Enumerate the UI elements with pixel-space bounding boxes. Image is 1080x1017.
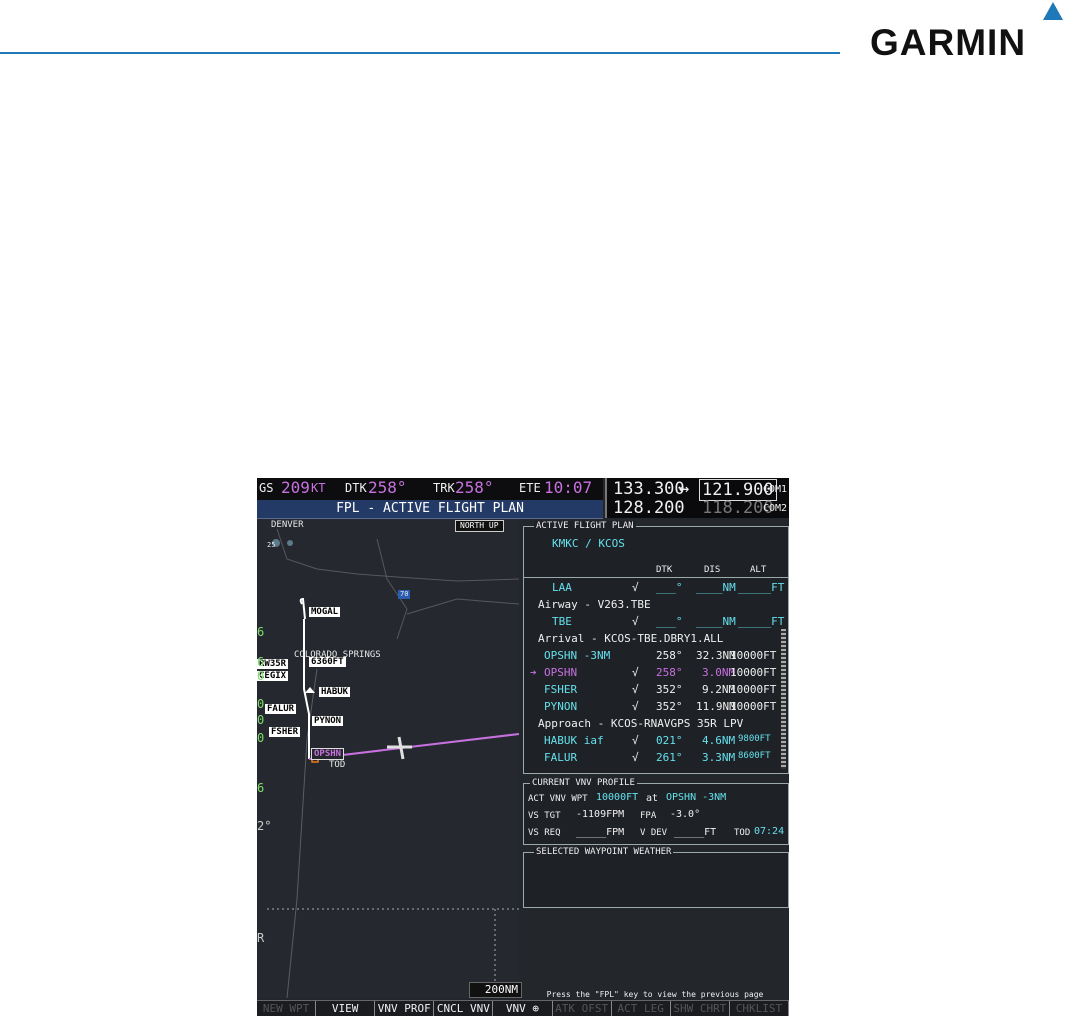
- tod-time: 07:24: [754, 826, 785, 837]
- softkey-vnv-direct[interactable]: VNV ⊕: [493, 1001, 553, 1016]
- map-range[interactable]: 200NM: [469, 982, 522, 998]
- com1-active[interactable]: 133.300: [613, 479, 685, 499]
- softkey-atk-ofst[interactable]: ATK OFST: [553, 1001, 612, 1016]
- fpl-header-arrival: Arrival - KCOS-TBE.DBRY1.ALL: [538, 632, 724, 645]
- leg-icon: √: [632, 581, 639, 594]
- fpl-row-falur[interactable]: FALUR √ 261° 3.3NM 8600FT: [524, 749, 782, 766]
- col-dis: DIS: [704, 565, 721, 575]
- garmin-delta-icon: [1043, 2, 1063, 20]
- garmin-logo: GARMIN: [870, 22, 1027, 63]
- waypoint-habuk: HABUK: [319, 687, 351, 697]
- fpl-scrollbar[interactable]: [781, 629, 786, 769]
- fpl-row-habuk[interactable]: HABUK iaf √ 021° 4.6NM 9800FT: [524, 732, 782, 749]
- fpl-row-laa[interactable]: LAA √ ___° ____NM _____FT: [524, 579, 784, 596]
- tod-label: TOD: [329, 760, 346, 770]
- waypoint-pynon: PYNON: [312, 716, 344, 726]
- edge-digit: 6: [257, 625, 265, 639]
- mfd-screen: GS 209 KT DTK 258° TRK 258° ETE 10:07 FP…: [257, 478, 789, 1016]
- highway-70-label: 70: [400, 590, 409, 598]
- ete-label: ETE: [519, 481, 541, 495]
- vnv-target-altitude: 10000FT: [596, 792, 639, 803]
- altitude-6360ft: 6360FT: [309, 657, 346, 667]
- com2-label: COM2: [763, 503, 788, 514]
- status-bar: GS 209 KT DTK 258° TRK 258° ETE 10:07: [257, 478, 603, 500]
- edge-digit: 0: [257, 713, 265, 727]
- softkey-shw-chrt[interactable]: SHW CHRT: [671, 1001, 730, 1016]
- map-graphics: [267, 528, 519, 998]
- active-leg-arrow-icon: ➔: [530, 666, 537, 679]
- softkey-new-wpt[interactable]: NEW WPT: [257, 1001, 317, 1016]
- edge-digit: 0: [257, 731, 265, 745]
- edge-digit: R: [257, 931, 265, 945]
- edge-digit: 0: [257, 697, 265, 711]
- ete-value: 10:07: [544, 478, 593, 497]
- selected-waypoint-weather-panel: SELECTED WAYPOINT WEATHER: [523, 847, 789, 908]
- softkey-cncl-vnv[interactable]: CNCL VNV: [434, 1001, 494, 1016]
- fpl-header-approach: Approach - KCOS-RNAVGPS 35R LPV: [538, 717, 744, 730]
- com-radios: 133.300 ↔ 121.900 COM1 128.200 118.200 C…: [605, 478, 789, 518]
- fpl-header-airway: Airway - V263.TBE: [538, 598, 651, 611]
- com1-label: COM1: [763, 484, 788, 495]
- vnv-target-waypoint: OPSHN -3NM: [666, 792, 727, 803]
- leg-icon: √: [632, 666, 639, 679]
- softkey-view[interactable]: VIEW: [316, 1001, 376, 1016]
- fpl-row-pynon[interactable]: PYNON √ 352° 11.9NM 10000FT: [524, 698, 782, 715]
- fpl-panel-title: ACTIVE FLIGHT PLAN: [534, 521, 636, 531]
- trk-label: TRK: [433, 481, 455, 495]
- fpl-route: KMKC / KCOS: [552, 537, 625, 550]
- weather-panel-title: SELECTED WAYPOINT WEATHER: [534, 847, 674, 857]
- edge-digit: 6: [257, 655, 265, 669]
- fpl-row-opshn-active[interactable]: ➔ OPSHN √ 258° 3.0NM 10000FT: [524, 664, 782, 681]
- vertical-deviation: _____FT: [674, 827, 717, 838]
- leg-icon: √: [632, 700, 639, 713]
- page-title: FPL - ACTIVE FLIGHT PLAN: [257, 500, 603, 519]
- vs-target: -1109FPM: [576, 809, 625, 820]
- fpl-divider: [524, 577, 788, 578]
- col-dtk: DTK: [656, 565, 673, 575]
- softkey-chklist[interactable]: CHKLIST: [730, 1001, 789, 1016]
- waypoint-mogal: MOGAL: [309, 607, 341, 617]
- fpl-row-tbe[interactable]: TBE √ ___° ____NM _____FT: [524, 613, 784, 630]
- dtk-value: 258°: [368, 478, 407, 497]
- vnv-profile-panel: CURRENT VNV PROFILE ACT VNV WPT 10000FT …: [523, 778, 789, 845]
- trk-value: 258°: [455, 478, 494, 497]
- header-rule: [0, 52, 840, 54]
- col-alt: ALT: [750, 565, 767, 575]
- edge-digit: 6: [257, 781, 265, 795]
- waypoint-falur: FALUR: [265, 704, 297, 714]
- highway-25-label: 25: [267, 541, 276, 549]
- fpl-row-opshn-3nm[interactable]: OPSHN -3NM 258° 32.3NM 10000FT: [524, 647, 782, 664]
- gs-value: 209: [281, 478, 310, 497]
- dtk-label: DTK: [345, 481, 367, 495]
- fpa-value: -3.0°: [670, 809, 701, 820]
- north-up-indicator: NORTH UP: [455, 520, 504, 532]
- waypoint-fsher: FSHER: [269, 727, 301, 737]
- edge-digit: 0: [257, 669, 265, 683]
- leg-icon: √: [632, 683, 639, 696]
- leg-icon: √: [632, 615, 639, 628]
- leg-icon: √: [632, 751, 639, 764]
- vs-required: _____FPM: [576, 827, 625, 838]
- leg-icon: √: [632, 734, 639, 747]
- swap-icon: ↔: [679, 479, 690, 499]
- softkey-bar: NEW WPT VIEW VNV PROF CNCL VNV VNV ⊕ ATK…: [257, 1000, 789, 1016]
- softkey-act-leg[interactable]: ACT LEG: [612, 1001, 671, 1016]
- fpl-row-fsher[interactable]: FSHER √ 352° 9.2NM 10000FT: [524, 681, 782, 698]
- help-message: Press the "FPL" key to view the previous…: [546, 990, 764, 999]
- navigation-map[interactable]: DENVER 25 70 COLORADO SPRINGS NORTH UP M…: [257, 519, 522, 998]
- edge-digit: 2°: [257, 819, 272, 833]
- vnv-panel-title: CURRENT VNV PROFILE: [530, 778, 637, 788]
- city-label-denver: DENVER: [271, 520, 304, 530]
- active-flight-plan-panel[interactable]: ACTIVE FLIGHT PLAN KMKC / KCOS DTK DIS A…: [523, 521, 789, 774]
- gs-unit: KT: [311, 481, 326, 495]
- waypoint-opshn: OPSHN: [311, 748, 345, 760]
- softkey-vnv-prof[interactable]: VNV PROF: [375, 1001, 435, 1016]
- gs-label: GS: [259, 481, 274, 495]
- com2-active[interactable]: 128.200: [613, 498, 685, 518]
